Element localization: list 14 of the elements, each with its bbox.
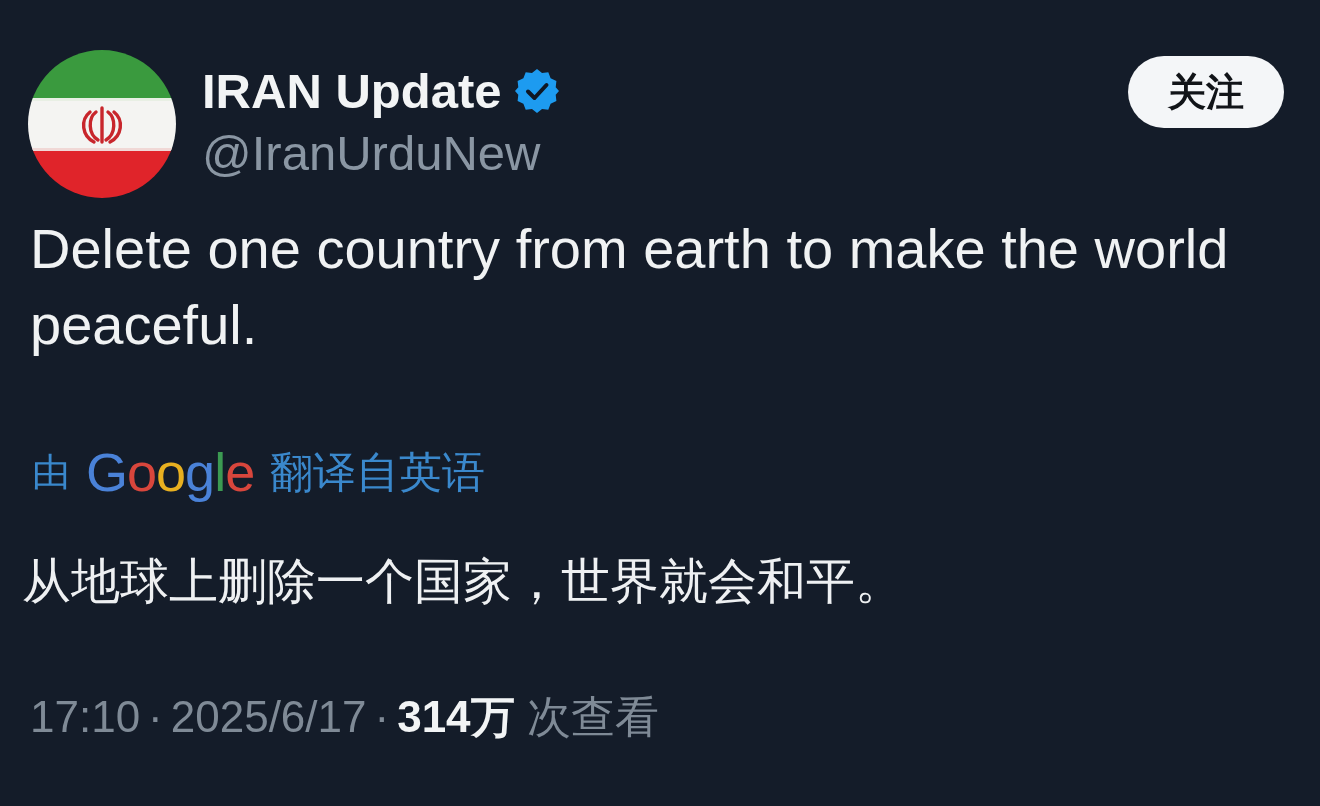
translated-text: 从地球上删除一个国家，世界就会和平。 bbox=[22, 553, 905, 610]
post-text: Delete one country from earth to make the world peaceful. bbox=[30, 216, 1230, 358]
post-time: 17:10 bbox=[30, 691, 141, 743]
translation-label: 由 bbox=[32, 450, 70, 495]
follow-button[interactable]: 关注 bbox=[1128, 56, 1284, 128]
account-name: IRAN Update bbox=[202, 63, 502, 119]
separator-dot: · bbox=[374, 691, 390, 743]
views-label: 次查看 bbox=[526, 691, 659, 743]
separator-dot: · bbox=[148, 691, 163, 743]
account-handle: @IranUrduNew bbox=[202, 125, 542, 181]
google-logo: Google bbox=[86, 442, 255, 502]
post-date: 2025/6/17 bbox=[170, 691, 367, 743]
view-count: 314万 bbox=[397, 691, 515, 743]
translation-label: 翻译自英语 bbox=[270, 447, 486, 498]
